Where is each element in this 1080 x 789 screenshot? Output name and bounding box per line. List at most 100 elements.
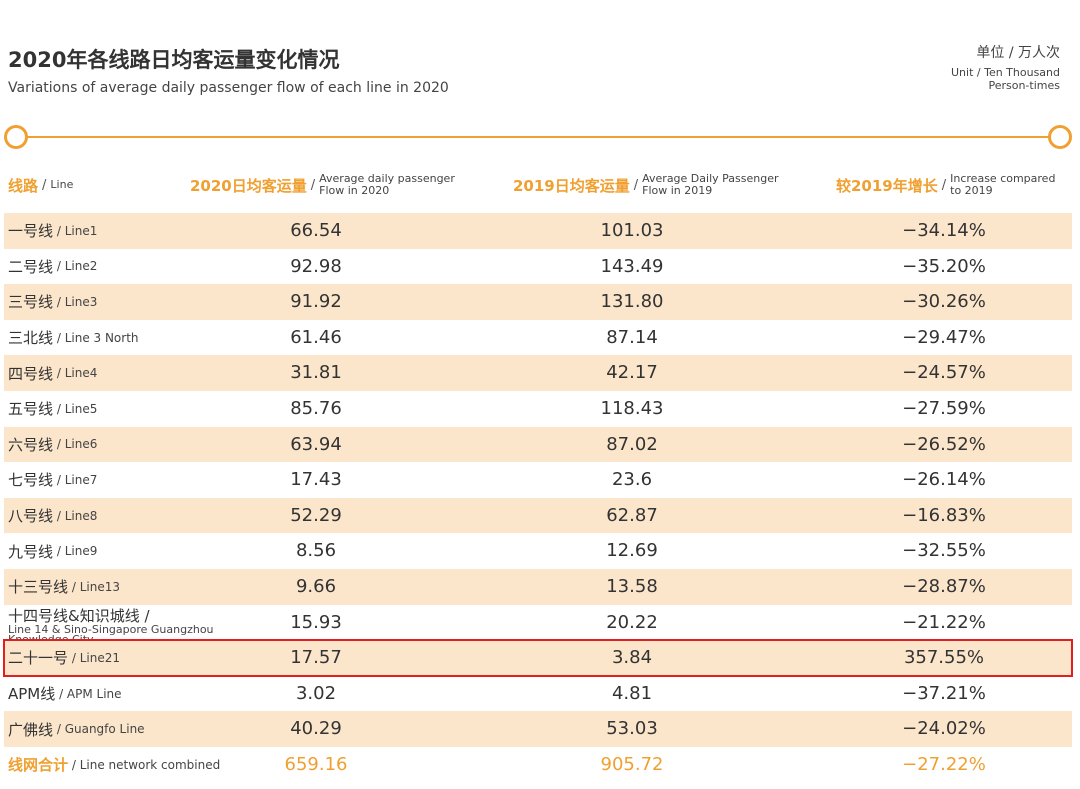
table-row: 三号线 / Line3 91.92 131.80 −30.26% [4,284,1072,320]
header-change: 较2019年增长 / Increase compared to 2019 [836,170,1060,200]
header-change-zh: 较2019年增长 [836,176,938,195]
value-2019: 101.03 [600,220,664,241]
line-name-en: Line1 [64,223,98,238]
value-2020: 63.94 [290,433,342,455]
value-2019: 118.43 [600,397,664,419]
line-name: 九号线 / Line9 [8,542,98,561]
line-name: 七号线 / Line7 [8,471,98,490]
table-row: 八号线 / Line8 52.29 62.87 −16.83% [4,497,1072,534]
line-name-en: Line13 [79,579,120,594]
line-name: 一号线 / Line1 [8,222,98,241]
header-2019-en: Average Daily Passenger Flow in 2019 [642,172,779,197]
total-2020: 659.16 [284,753,348,775]
line-name: 四号线 / Line4 [8,364,98,383]
value-2020: 66.54 [290,220,342,241]
header-line-zh: 线路 [8,176,39,195]
total-name-zh: 线网合计 [8,756,69,775]
header-separator: / [310,177,316,193]
total-name-en: Line network combined [79,757,221,772]
line-name-zh: 十三号线 [8,578,69,597]
value-change: −26.14% [902,469,986,491]
line-name: 六号线 / Line6 [8,435,98,454]
line-name-en: Line6 [64,437,98,452]
value-2019: 87.02 [606,433,658,455]
line-name-en: Line2 [64,259,98,274]
line-name: 线网合计 / Line network combined [8,756,221,775]
line-name-zh: 三号线 [8,293,54,312]
value-2020: 15.93 [290,611,342,633]
line-name: 十三号线 / Line13 [8,578,120,597]
line-name-en: Line5 [64,401,98,416]
decorative-timeline [4,124,1072,150]
table-row-highlighted: 二十一号 / Line21 17.57 3.84 357.55% [3,639,1073,677]
line-name: 三号线 / Line3 [8,293,98,312]
timeline-bar [24,136,1052,138]
table-row: 九号线 / Line9 8.56 12.69 −32.55% [4,533,1072,569]
value-2019: 131.80 [600,291,664,313]
unit-label-en: Unit / Ten Thousand Person-times [951,66,1060,92]
total-2019: 905.72 [600,753,664,775]
table-row: APM线 / APM Line 3.02 4.81 −37.21% [4,676,1072,712]
value-2020: 52.29 [290,504,342,526]
value-change: −24.57% [902,362,986,384]
value-change: −35.20% [902,255,986,277]
value-change: −34.14% [902,220,986,241]
line-name-zh: 九号线 [8,542,54,561]
table-row: 广佛线 / Guangfo Line 40.29 53.03 −24.02% [4,711,1072,747]
table-row: 四号线 / Line4 31.81 42.17 −24.57% [4,355,1072,391]
value-2019: 3.84 [611,647,653,669]
line-name-en: Line 3 North [64,330,139,345]
line-name-zh: 六号线 [8,435,54,454]
page-title: 2020年各线路日均客运量变化情况 [8,48,340,72]
value-change: −29.47% [902,326,986,348]
line-name-zh: 十四号线&知识城线 [8,606,140,625]
line-name-zh: 二十一号 [8,649,69,668]
line-name: 八号线 / Line8 [8,507,98,526]
line-name-zh: 八号线 [8,507,54,526]
header-line: 线路 / Line [8,170,73,200]
line-name-zh: 一号线 [8,222,54,241]
table-row-total: 线网合计 / Line network combined 659.16 905.… [4,747,1072,783]
table-row: 二号线 / Line2 92.98 143.49 −35.20% [4,249,1072,285]
unit-note: 单位 / 万人次 Unit / Ten Thousand Person-time… [930,42,1060,92]
unit-label-zh: 单位 / 万人次 [976,45,1060,61]
value-change: −32.55% [902,540,986,562]
line-name-en: Line9 [64,544,98,559]
line-name-zh: 五号线 [8,400,54,419]
header-line-en: Line [50,178,74,191]
value-2020: 40.29 [290,718,342,740]
header-2019-zh: 2019日均客运量 [513,176,630,195]
line-name-en: Line7 [64,472,98,487]
value-2019: 42.17 [606,362,658,384]
line-name: 广佛线 / Guangfo Line [8,720,145,739]
table-row: 三北线 / Line 3 North 61.46 87.14 −29.47% [4,320,1072,356]
line-name-zh: APM线 [8,685,56,704]
header-change-en: Increase compared to 2019 [950,172,1056,197]
table-row: 十四号线&知识城线 / Line 14 & Sino-Singapore Guan… [4,605,1072,645]
table-row: 七号线 / Line7 17.43 23.6 −26.14% [4,462,1072,498]
line-name: 二号线 / Line2 [8,257,98,276]
value-2020: 31.81 [290,362,342,384]
value-2020: 8.56 [295,540,337,562]
header-separator: / [633,177,639,193]
table-row: 十三号线 / Line13 9.66 13.58 −28.87% [4,568,1072,605]
line-name-en: Line4 [64,366,98,381]
line-name-en: APM Line [66,686,122,701]
header-2020-en: Average daily passenger Flow in 2020 [319,172,455,197]
table-row: 六号线 / Line6 63.94 87.02 −26.52% [4,426,1072,463]
value-2019: 13.58 [606,575,658,597]
total-change: −27.22% [902,753,986,775]
value-2019: 4.81 [611,682,653,704]
line-name-zh: 二号线 [8,257,54,276]
value-change: −16.83% [902,504,986,526]
line-name-zh: 四号线 [8,364,54,383]
page-subtitle: Variations of average daily passenger fl… [8,80,449,96]
table-row: 一号线 / Line1 66.54 101.03 −34.14% [4,213,1072,249]
value-change: −28.87% [902,575,986,597]
value-2019: 143.49 [600,255,664,277]
line-name-en: Line3 [64,294,98,309]
line-name: 五号线 / Line5 [8,400,98,419]
line-name-en: Line21 [79,650,120,665]
line-name-zh: 广佛线 [8,720,54,739]
value-change: −21.22% [902,611,986,633]
